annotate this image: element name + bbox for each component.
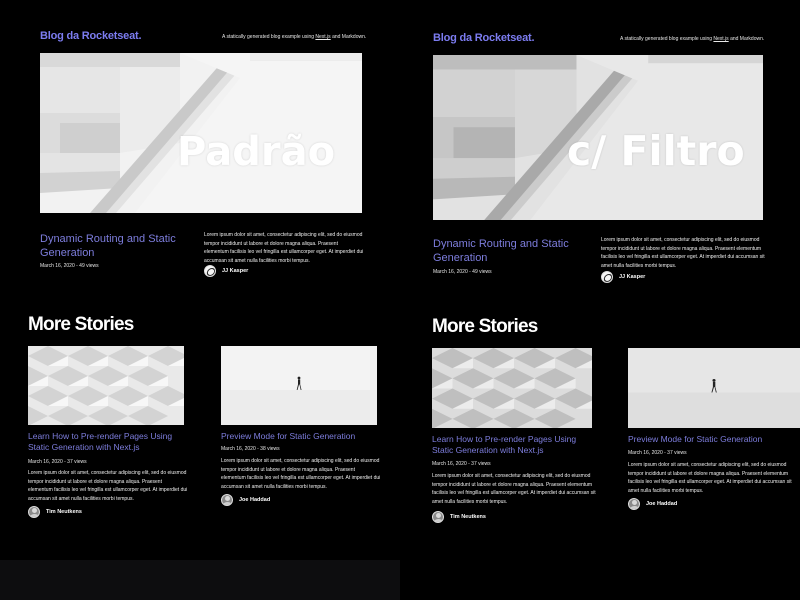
story-title-link-2[interactable]: Preview Mode for Static Generation — [221, 431, 381, 442]
story-image-2[interactable] — [628, 348, 800, 428]
hero-post-excerpt: Lorem ipsum dolor sit amet, consectetur … — [601, 237, 765, 269]
hero-post-meta: March 16, 2020 - 49 views — [433, 269, 492, 275]
hero-label: Padrão — [177, 129, 336, 175]
person-photo-icon — [28, 506, 40, 518]
story-author-1: Tim Neutkens — [432, 511, 486, 523]
story-title-link-1[interactable]: Learn How to Pre-render Pages Using Stat… — [432, 434, 597, 456]
story-excerpt-2: Lorem ipsum dolor sit amet, consectetur … — [221, 458, 381, 490]
more-stories-heading: More Stories — [432, 316, 538, 337]
person-photo-icon — [432, 511, 444, 523]
hero-post-title-link[interactable]: Dynamic Routing and Static Generation — [433, 237, 583, 265]
story-image-1[interactable] — [432, 348, 592, 428]
hero-label: c/ Filtro — [567, 127, 745, 175]
story-author-1: Tim Neutkens — [28, 506, 82, 518]
panel-filtered: Blog da Rocketseat. A statically generat… — [413, 8, 800, 568]
story-excerpt-1: Lorem ipsum dolor sit amet, consectetur … — [28, 470, 188, 502]
story-meta-2: March 16, 2020 - 37 views — [628, 450, 687, 456]
story-meta-1: March 16, 2020 - 37 views — [28, 459, 87, 465]
hero-post-meta: March 16, 2020 - 49 views — [40, 263, 99, 269]
person-photo-icon — [628, 498, 640, 510]
person-in-snow-image-filtered — [628, 348, 800, 428]
blog-logo-link[interactable]: Blog da Rocketseat. — [433, 32, 535, 44]
rocketseat-logo-icon — [601, 271, 613, 283]
hero-image[interactable]: Padrão — [40, 53, 362, 213]
blog-logo-link[interactable]: Blog da Rocketseat. — [40, 30, 142, 42]
story-meta-2: March 16, 2020 - 38 views — [221, 446, 280, 452]
tagline: A statically generated blog example usin… — [222, 34, 367, 40]
story-title-link-2[interactable]: Preview Mode for Static Generation — [628, 434, 793, 445]
story-excerpt-2: Lorem ipsum dolor sit amet, consectetur … — [628, 462, 792, 494]
lattice-pattern-image-filtered — [432, 348, 592, 428]
hero-image[interactable]: c/ Filtro — [433, 55, 763, 220]
nextjs-link[interactable]: Next.js — [713, 36, 728, 42]
nextjs-link[interactable]: Next.js — [315, 34, 330, 40]
story-image-2[interactable] — [221, 346, 377, 425]
hero-post-excerpt: Lorem ipsum dolor sit amet, consectetur … — [204, 232, 364, 264]
lattice-pattern-image — [28, 346, 184, 425]
panel-default: Blog da Rocketseat. A statically generat… — [0, 0, 400, 560]
hero-post-author: JJ Kasper — [601, 271, 645, 283]
person-photo-icon — [221, 494, 233, 506]
story-image-1[interactable] — [28, 346, 184, 425]
more-stories-heading: More Stories — [28, 314, 134, 335]
hero-post-title-link[interactable]: Dynamic Routing and Static Generation — [40, 232, 190, 260]
story-meta-1: March 16, 2020 - 37 views — [432, 461, 491, 467]
story-author-2: Joe Haddad — [221, 494, 270, 506]
person-in-snow-image — [221, 346, 377, 425]
hero-post-author: JJ Kasper — [204, 265, 248, 277]
tagline: A statically generated blog example usin… — [620, 36, 765, 42]
story-author-2: Joe Haddad — [628, 498, 677, 510]
story-excerpt-1: Lorem ipsum dolor sit amet, consectetur … — [432, 473, 596, 505]
story-title-link-1[interactable]: Learn How to Pre-render Pages Using Stat… — [28, 431, 188, 453]
rocketseat-logo-icon — [204, 265, 216, 277]
